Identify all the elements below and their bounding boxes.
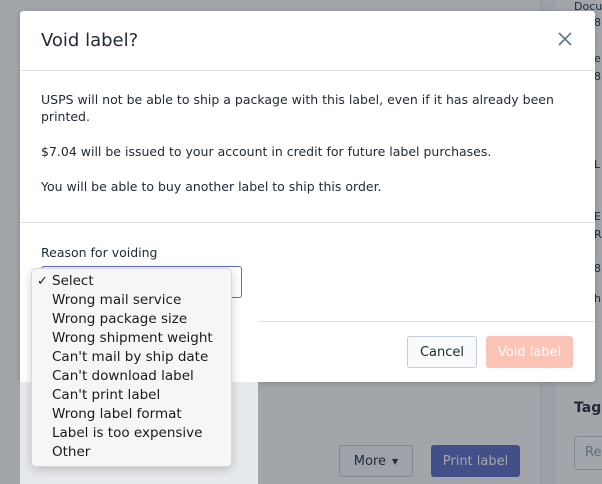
void-label-button[interactable]: Void label (486, 336, 573, 368)
option-wrong-package-size[interactable]: Wrong package size (32, 310, 231, 329)
option-label: Label is too expensive (52, 425, 203, 441)
checkmark-icon: ✓ (37, 274, 48, 289)
option-label-too-expensive[interactable]: Label is too expensive (32, 424, 231, 443)
reason-dropdown-list: ✓ Select Wrong mail service Wrong package… (31, 268, 232, 467)
void-info-credit: $7.04 will be issued to your account in … (41, 144, 492, 159)
modal-title: Void label? (41, 30, 139, 51)
option-label: Other (52, 444, 91, 460)
option-other[interactable]: Other (32, 443, 231, 462)
option-label: Can't download label (52, 368, 194, 384)
option-label: Wrong shipment weight (52, 330, 213, 346)
option-cant-download-label[interactable]: Can't download label (32, 367, 231, 386)
modal-body: USPS will not be able to ship a package … (41, 91, 561, 213)
option-wrong-label-format[interactable]: Wrong label format (32, 405, 231, 424)
option-cant-print-label[interactable]: Can't print label (32, 386, 231, 405)
void-info-usps: USPS will not be able to ship a package … (41, 92, 554, 124)
option-label: Wrong mail service (52, 292, 182, 308)
option-cant-mail-by-ship-date[interactable]: Can't mail by ship date (32, 348, 231, 367)
void-info-rebuy: You will be able to buy another label to… (41, 179, 382, 194)
close-button[interactable] (553, 27, 577, 51)
option-label: Wrong package size (52, 311, 188, 327)
section-divider (20, 222, 595, 223)
close-icon (558, 32, 572, 46)
cancel-button[interactable]: Cancel (407, 336, 477, 368)
modal-header: Void label? (20, 11, 595, 71)
option-label: Can't print label (52, 387, 161, 403)
option-label: Select (52, 273, 94, 289)
option-label: Can't mail by ship date (52, 349, 209, 365)
option-wrong-shipment-weight[interactable]: Wrong shipment weight (32, 329, 231, 348)
option-select[interactable]: ✓ Select (32, 272, 231, 291)
option-label: Wrong label format (52, 406, 182, 422)
reason-label: Reason for voiding (41, 245, 158, 260)
option-wrong-mail-service[interactable]: Wrong mail service (32, 291, 231, 310)
